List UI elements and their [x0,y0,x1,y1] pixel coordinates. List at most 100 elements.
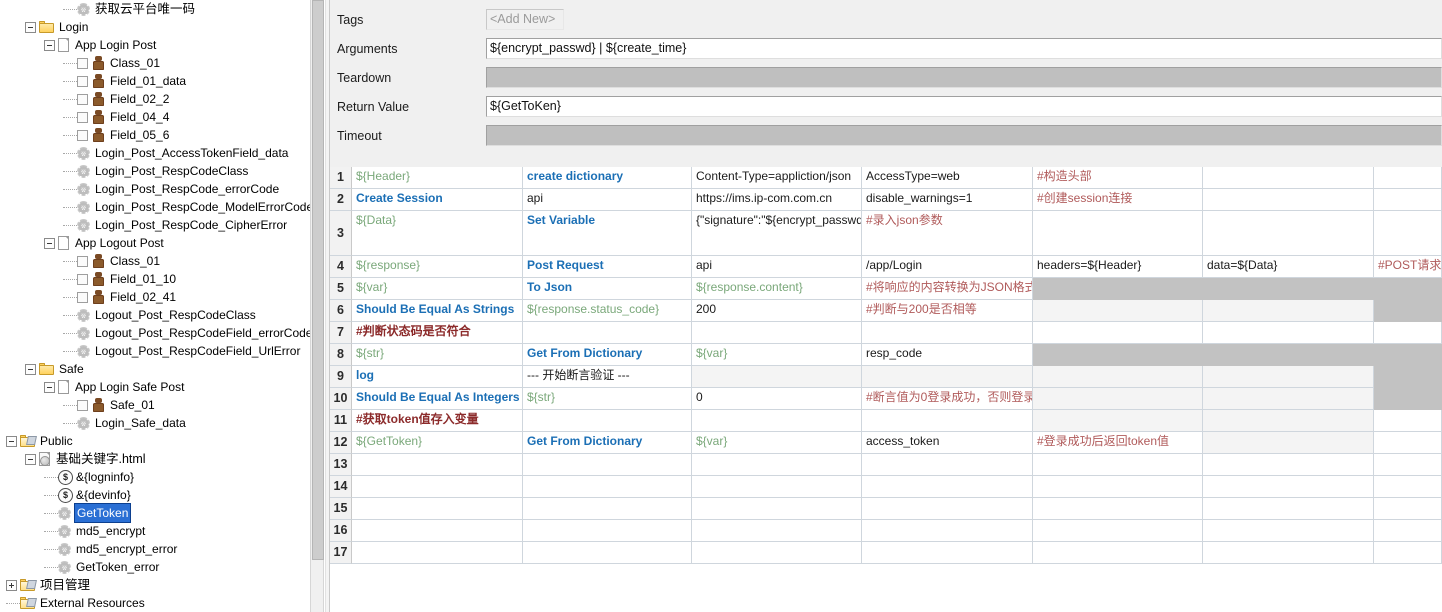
grid-cell[interactable]: api [692,256,862,278]
grid-cell[interactable]: api [523,189,692,211]
grid-cell[interactable] [1203,432,1374,454]
grid-cell[interactable]: To Json [523,278,692,300]
grid-row[interactable]: 9 log --- 开始断言验证 --- [330,366,1442,388]
grid-cell[interactable] [1033,278,1203,300]
tree-item[interactable]: &{logninfo} [0,468,310,486]
grid-cell[interactable]: disable_warnings=1 [862,189,1033,211]
grid-cell[interactable] [523,410,692,432]
grid-cell[interactable]: Set Variable [523,211,692,256]
expand-icon[interactable] [6,579,17,591]
grid-cell[interactable]: https://ims.ip-com.com.cn [692,189,862,211]
grid-cell[interactable]: headers=${Header} [1033,256,1203,278]
tree-item[interactable]: Field_01_10 [0,270,310,288]
grid-cell[interactable]: ${var} [692,344,862,366]
grid-cell[interactable]: #创建session连接 [1033,189,1203,211]
grid-cell[interactable]: Should Be Equal As Integers [352,388,523,410]
tree-item[interactable]: Public [0,432,310,450]
tree-item[interactable]: Class_01 [0,54,310,72]
grid-cell[interactable] [1374,211,1442,256]
form-field-input[interactable] [486,67,1442,88]
tags-input[interactable]: <Add New> [486,9,564,30]
project-tree-panel[interactable]: 获取云平台唯一码 Login App Login Post Class_01 Field… [0,0,310,612]
grid-cell[interactable]: Create Session [352,189,523,211]
grid-cell[interactable]: #获取token值存入变量 [352,410,523,432]
grid-cell[interactable]: data=${Data} [1203,256,1374,278]
grid-cell[interactable]: ${response.content} [692,278,862,300]
grid-cell[interactable] [862,366,1033,388]
grid-cell[interactable]: #构造头部 [1033,167,1203,189]
grid-cell[interactable] [1374,476,1442,498]
grid-cell[interactable] [1203,189,1374,211]
grid-cell[interactable] [1374,300,1442,322]
tree-item[interactable]: Login_Post_RespCode_errorCode [0,180,310,198]
grid-cell[interactable]: 200 [692,300,862,322]
grid-row[interactable]: 13 [330,454,1442,476]
checkbox-icon[interactable] [77,399,88,411]
grid-row[interactable]: 14 [330,476,1442,498]
grid-cell[interactable] [1033,388,1203,410]
grid-cell[interactable] [1203,278,1374,300]
grid-cell[interactable] [692,454,862,476]
tree-item[interactable]: Field_04_4 [0,108,310,126]
grid-cell[interactable] [1374,542,1442,564]
grid-cell[interactable] [1203,388,1374,410]
grid-cell[interactable]: 0 [692,388,862,410]
grid-cell[interactable] [1203,410,1374,432]
tree-item[interactable]: 获取云平台唯一码 [0,0,310,18]
grid-row[interactable]: 11 #获取token值存入变量 [330,410,1442,432]
grid-cell[interactable] [1374,410,1442,432]
tree-item[interactable]: Safe_01 [0,396,310,414]
grid-cell[interactable] [862,542,1033,564]
grid-row[interactable]: 3 ${Data} Set Variable {"signature":"${encr… [330,211,1442,256]
collapse-icon[interactable] [25,21,36,33]
grid-cell[interactable] [1033,410,1203,432]
tree-item[interactable]: App Logout Post [0,234,310,252]
grid-cell[interactable] [352,498,523,520]
grid-cell[interactable] [692,322,862,344]
tree-item[interactable]: &{devinfo} [0,486,310,504]
grid-cell[interactable] [1374,520,1442,542]
grid-cell[interactable] [1033,322,1203,344]
grid-cell[interactable] [692,366,862,388]
grid-row[interactable]: 4 ${response} Post Request api/app/Login hea… [330,256,1442,278]
grid-cell[interactable] [692,498,862,520]
grid-cell[interactable] [523,454,692,476]
grid-cell[interactable] [692,542,862,564]
grid-cell[interactable]: Post Request [523,256,692,278]
grid-cell[interactable]: Get From Dictionary [523,432,692,454]
tree-item[interactable]: Field_02_2 [0,90,310,108]
grid-cell[interactable] [1374,278,1442,300]
grid-cell[interactable] [1374,167,1442,189]
grid-row[interactable]: 5 ${var} To Json ${response.content} #将响应的内容… [330,278,1442,300]
grid-cell[interactable]: resp_code [862,344,1033,366]
grid-row[interactable]: 12 ${GetToken} Get From Dictionary ${var} ac… [330,432,1442,454]
grid-cell[interactable] [1203,167,1374,189]
grid-cell[interactable]: #判断状态码是否符合 [352,322,523,344]
checkbox-icon[interactable] [77,111,88,123]
grid-cell[interactable] [1203,344,1374,366]
grid-cell[interactable] [523,476,692,498]
grid-cell[interactable] [352,454,523,476]
grid-row[interactable]: 16 [330,520,1442,542]
grid-cell[interactable]: Content-Type=appliction/json [692,167,862,189]
collapse-icon[interactable] [6,435,17,447]
grid-cell[interactable] [1203,498,1374,520]
grid-cell[interactable] [1203,542,1374,564]
grid-cell[interactable] [1033,344,1203,366]
grid-cell[interactable] [1033,520,1203,542]
grid-cell[interactable] [1203,476,1374,498]
collapse-icon[interactable] [44,381,55,393]
grid-cell[interactable] [1374,498,1442,520]
checkbox-icon[interactable] [77,273,88,285]
grid-cell[interactable] [1203,211,1374,256]
grid-cell[interactable]: --- 开始断言验证 --- [523,366,692,388]
tree-item[interactable]: 项目管理 [0,576,310,594]
grid-cell[interactable]: ${str} [523,388,692,410]
grid-cell[interactable] [1203,520,1374,542]
grid-cell[interactable] [862,410,1033,432]
grid-cell[interactable] [692,476,862,498]
form-field-input[interactable] [486,125,1442,146]
grid-cell[interactable]: #判断与200是否相等 [862,300,1033,322]
grid-cell[interactable]: ${response} [352,256,523,278]
grid-cell[interactable] [352,476,523,498]
